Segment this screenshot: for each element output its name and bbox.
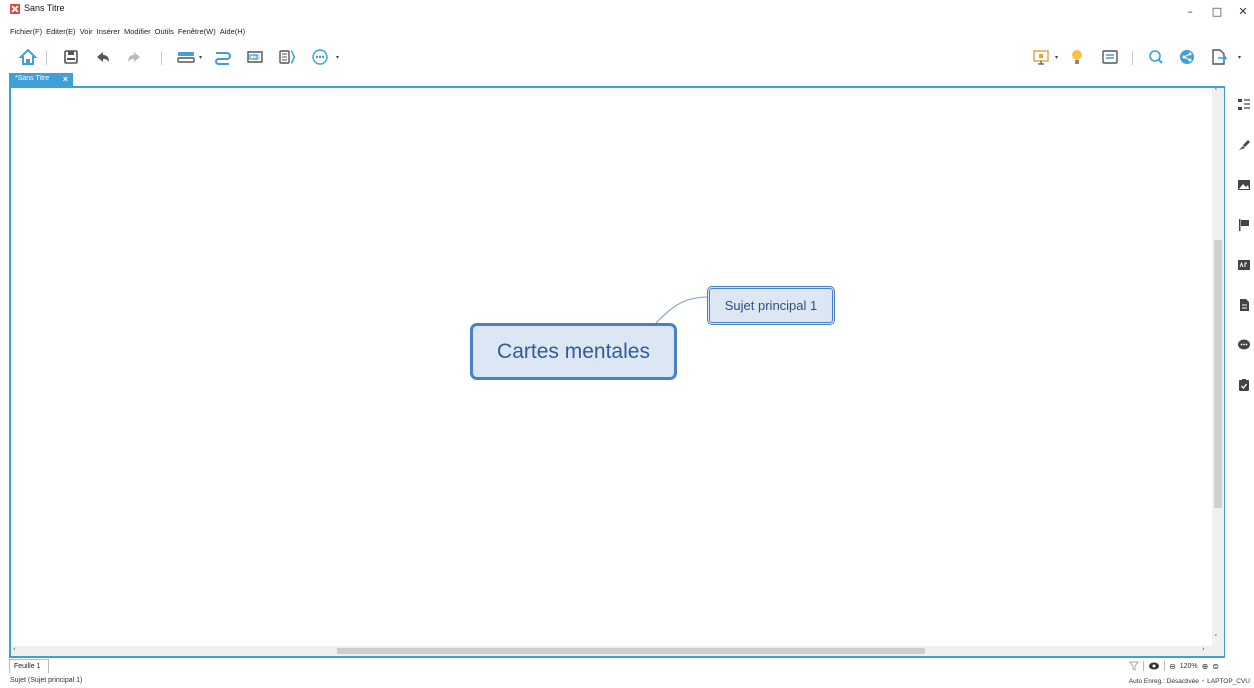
- central-topic[interactable]: Cartes mentales: [470, 323, 677, 380]
- status-bar: Sujet (Sujet principal 1) Auto Enreg.: D…: [0, 675, 1254, 688]
- horizontal-scroll-thumb[interactable]: [337, 648, 925, 654]
- close-window-button[interactable]: ✕: [1236, 6, 1250, 18]
- idea-icon[interactable]: [1068, 47, 1086, 67]
- zoom-separator: [1142, 661, 1144, 671]
- scroll-right-icon[interactable]: ›: [1202, 645, 1205, 653]
- menu-voir[interactable]: Voir: [80, 27, 93, 39]
- window-title: Sans Titre: [24, 3, 65, 13]
- minimize-button[interactable]: –: [1183, 6, 1197, 18]
- search-icon[interactable]: [1146, 47, 1166, 67]
- zoom-level: 120%: [1179, 662, 1198, 670]
- notes-icon[interactable]: [1237, 298, 1251, 312]
- sheet-bar: Feuille 1 ⊖ 120% ⊕ ⊜: [9, 659, 1225, 673]
- vertical-scroll-thumb[interactable]: [1214, 240, 1222, 508]
- app-logo-icon: [10, 4, 20, 14]
- side-panel: [1228, 86, 1254, 658]
- fit-map-button[interactable]: ⊜: [1212, 662, 1219, 671]
- save-icon[interactable]: [62, 47, 80, 67]
- menu-fenetre[interactable]: Fenêtre(W): [178, 27, 216, 39]
- share-icon[interactable]: [1177, 47, 1197, 67]
- boundary-icon[interactable]: [245, 47, 265, 67]
- autosave-status[interactable]: Auto Enreg.: Désactivée: [1129, 678, 1199, 685]
- zoom-out-button[interactable]: ⊖: [1169, 662, 1176, 671]
- outline-panel-icon[interactable]: [1237, 98, 1251, 112]
- zoom-separator: [1163, 661, 1165, 671]
- undo-icon[interactable]: [94, 47, 112, 67]
- vertical-scrollbar[interactable]: ˄ ˅: [1212, 88, 1224, 656]
- redo-icon[interactable]: [125, 47, 143, 67]
- marker-icon[interactable]: [1237, 218, 1251, 232]
- toolbar-separator: [161, 51, 162, 65]
- selection-status: Sujet (Sujet principal 1): [10, 677, 83, 684]
- scroll-up-icon[interactable]: ˄: [1214, 88, 1218, 96]
- style-icon[interactable]: [1237, 258, 1251, 272]
- relationship-icon[interactable]: [213, 47, 233, 67]
- export-dropdown-caret[interactable]: ▾: [1238, 54, 1241, 61]
- user-name: LAPTOP_CVU: [1207, 678, 1250, 685]
- sheet-tab[interactable]: Feuille 1: [9, 659, 49, 673]
- toolbar-separator: [46, 51, 47, 65]
- toolbar-separator: [1132, 51, 1133, 65]
- filter-icon[interactable]: [1128, 661, 1139, 671]
- horizontal-scrollbar[interactable]: ‹ ›: [11, 645, 1212, 656]
- zoom-in-button[interactable]: ⊕: [1202, 662, 1209, 671]
- tab-sans-titre[interactable]: *Sans Titre ×: [9, 73, 73, 87]
- menu-inserer[interactable]: Insérer: [97, 27, 120, 39]
- presentation-icon[interactable]: [1031, 47, 1051, 67]
- tab-label: *Sans Titre: [15, 75, 50, 82]
- zoom-controls: ⊖ 120% ⊕ ⊜: [1128, 660, 1219, 672]
- scroll-down-icon[interactable]: ˅: [1214, 634, 1218, 642]
- scroll-left-icon[interactable]: ‹: [13, 645, 16, 653]
- task-icon[interactable]: [1237, 378, 1251, 392]
- home-icon[interactable]: [18, 47, 38, 67]
- eye-icon[interactable]: [1148, 661, 1160, 671]
- format-icon[interactable]: [1237, 138, 1251, 152]
- menu-aide[interactable]: Aide(H): [220, 27, 245, 39]
- menu-bar: Fichier(F) Editer(E) Voir Insérer Modifi…: [10, 27, 245, 39]
- title-bar: Sans Titre – □ ✕: [0, 0, 1254, 20]
- topic-dropdown-caret[interactable]: ▾: [199, 54, 202, 61]
- export-icon[interactable]: [1209, 47, 1229, 67]
- summary-icon[interactable]: [277, 47, 297, 67]
- outline-icon[interactable]: [1100, 47, 1120, 67]
- menu-fichier[interactable]: Fichier(F): [10, 27, 42, 39]
- more-dropdown-caret[interactable]: ▾: [336, 54, 339, 61]
- toolbar: ▾ ▾ ▾ ▾: [0, 44, 1254, 72]
- topic-icon[interactable]: [176, 47, 196, 67]
- tab-close-icon[interactable]: ×: [63, 74, 68, 84]
- image-icon[interactable]: [1237, 178, 1251, 192]
- maximize-button[interactable]: □: [1210, 6, 1224, 18]
- presentation-dropdown-caret[interactable]: ▾: [1055, 54, 1058, 61]
- status-separator: •: [1201, 678, 1205, 685]
- menu-modifier[interactable]: Modifier: [124, 27, 151, 39]
- mindmap-canvas[interactable]: Cartes mentales Sujet principal 1 ˄ ˅ ‹ …: [9, 86, 1225, 658]
- subtopic-node[interactable]: Sujet principal 1: [707, 286, 835, 325]
- more-icon[interactable]: [310, 47, 330, 67]
- comments-icon[interactable]: [1237, 338, 1251, 352]
- menu-editer[interactable]: Editer(E): [46, 27, 76, 39]
- menu-outils[interactable]: Outils: [155, 27, 174, 39]
- status-right: Auto Enreg.: Désactivée • LAPTOP_CVU: [1129, 678, 1250, 685]
